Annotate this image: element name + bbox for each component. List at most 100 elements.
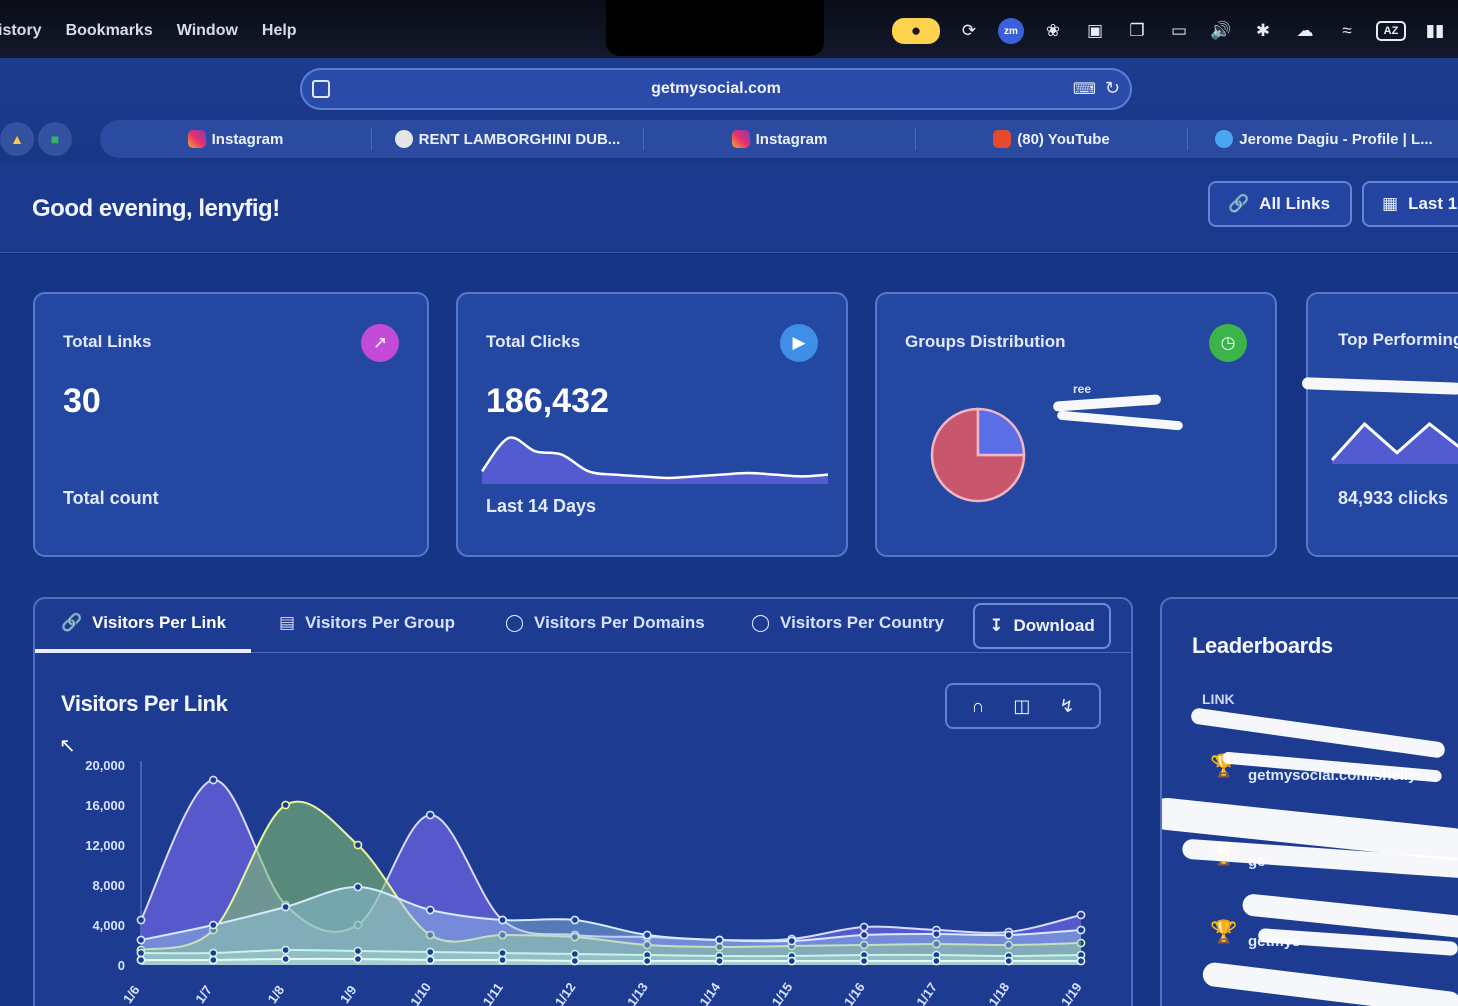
total-links-sub: Total count — [63, 488, 159, 508]
data-point[interactable] — [136, 935, 146, 945]
menu-bookmarks[interactable]: Bookmarks — [66, 22, 153, 40]
data-point[interactable] — [208, 948, 218, 958]
data-point[interactable] — [642, 956, 652, 966]
url-text[interactable]: getmysocial.com — [651, 80, 781, 98]
tab-visitors-per-group[interactable]: ▤ Visitors Per Group — [279, 613, 455, 633]
tab-profile[interactable]: Jerome Dagiu - Profile | L... — [1188, 128, 1458, 150]
data-point[interactable] — [498, 955, 507, 965]
top-performing-card: Top Performing 84,933 clicks — [1301, 292, 1458, 557]
bluetooth-icon[interactable]: ✱ — [1250, 18, 1276, 44]
address-bar[interactable]: getmysocial.com ⌨ ↻ — [300, 68, 1132, 110]
battery-icon[interactable]: ▮▮ — [1422, 18, 1448, 44]
data-point[interactable] — [1004, 956, 1014, 966]
data-point[interactable] — [353, 882, 363, 892]
data-point[interactable] — [715, 956, 724, 966]
display-icon[interactable]: ▭ — [1166, 18, 1192, 44]
data-point[interactable] — [425, 905, 435, 915]
tab-instagram-2[interactable]: Instagram — [644, 128, 916, 150]
tab-label: Instagram — [755, 130, 828, 148]
data-point[interactable] — [281, 800, 291, 810]
all-links-button[interactable]: 🔗 All Links — [1208, 181, 1352, 227]
chatgpt-icon[interactable]: ❀ — [1040, 18, 1066, 44]
data-point[interactable] — [281, 902, 291, 912]
data-point[interactable] — [353, 954, 363, 964]
data-point[interactable] — [498, 915, 507, 925]
data-point[interactable] — [208, 775, 218, 785]
zoom-icon[interactable]: zm — [998, 18, 1024, 44]
data-point[interactable] — [353, 946, 363, 956]
y-tick-label: 8,000 — [92, 878, 125, 893]
profile-icon — [1215, 130, 1234, 148]
active-app-icon[interactable]: ● — [892, 18, 940, 44]
data-point[interactable] — [425, 955, 435, 965]
data-point[interactable] — [1004, 930, 1014, 940]
data-point[interactable] — [1076, 956, 1086, 966]
volume-icon[interactable]: 🔊 — [1208, 18, 1234, 44]
menu-help[interactable]: Help — [262, 22, 297, 40]
data-point[interactable] — [642, 930, 652, 940]
menubar: istory Bookmarks Window Help ● ⟳ zm ❀ ▣ … — [0, 0, 1458, 62]
data-point[interactable] — [859, 956, 869, 966]
menu-history[interactable]: istory — [0, 22, 42, 40]
tab-rent-lamborghini[interactable]: RENT LAMBORGHINI DUB... — [372, 128, 644, 150]
x-tick-label: 1/12 — [552, 980, 579, 1006]
top-performing-sparkline — [1330, 421, 1458, 464]
area-chart-icon[interactable]: ∩ — [971, 696, 984, 717]
tab-instagram-1[interactable]: Instagram — [100, 128, 372, 150]
data-point[interactable] — [570, 915, 580, 925]
date-range-button[interactable]: ▦ Last 1 — [1362, 181, 1458, 227]
menu-window[interactable]: Window — [177, 22, 238, 40]
data-point[interactable] — [859, 922, 869, 932]
wifi-icon[interactable]: ≈ — [1334, 18, 1360, 44]
data-point[interactable] — [787, 936, 797, 946]
browser-toolbar: getmysocial.com ⌨ ↻ ▲ ■ Instagram RENT L… — [0, 58, 1458, 163]
data-point[interactable] — [136, 915, 146, 925]
weather-icon[interactable]: ☁ — [1292, 18, 1318, 44]
pinned-tab-drive-icon[interactable]: ▲ — [0, 122, 34, 156]
data-point[interactable] — [136, 955, 146, 965]
data-point[interactable] — [281, 945, 291, 955]
data-point[interactable] — [208, 920, 218, 930]
tab-label: RENT LAMBORGHINI DUB... — [418, 130, 621, 148]
instagram-icon — [731, 130, 750, 148]
data-point[interactable] — [859, 930, 869, 940]
data-point[interactable] — [136, 948, 146, 958]
data-point[interactable] — [715, 935, 724, 945]
data-point[interactable] — [931, 956, 941, 966]
extension-icon[interactable]: ▣ — [1082, 18, 1108, 44]
data-point[interactable] — [787, 956, 797, 966]
x-tick-label: 1/17 — [913, 980, 940, 1006]
copilot-icon[interactable]: ⟳ — [956, 18, 982, 44]
data-point[interactable] — [425, 810, 435, 820]
screens-icon[interactable]: ❐ — [1124, 18, 1150, 44]
click-icon: ▶ — [780, 324, 818, 362]
tab-visitors-per-domains[interactable]: ◯ Visitors Per Domains — [505, 613, 705, 633]
data-point[interactable] — [498, 948, 507, 958]
tab-visitors-per-link[interactable]: 🔗 Visitors Per Link — [61, 613, 226, 633]
tab-label: Instagram — [211, 130, 284, 148]
data-point[interactable] — [931, 929, 941, 939]
leaderboard-column-link: LINK — [1202, 691, 1235, 707]
line-chart-icon[interactable]: ↯ — [1059, 696, 1074, 717]
site-settings-icon[interactable] — [312, 80, 330, 98]
total-links-value: 30 — [63, 382, 101, 420]
data-point[interactable] — [281, 954, 291, 964]
data-point[interactable] — [570, 949, 580, 959]
pinned-tab-meet-icon[interactable]: ■ — [38, 122, 72, 156]
pie-slice[interactable] — [976, 407, 1026, 457]
tab-visitors-per-country[interactable]: ◯ Visitors Per Country — [751, 613, 944, 633]
bar-chart-icon[interactable]: ◫ — [1013, 696, 1030, 717]
data-point[interactable] — [208, 955, 218, 965]
data-point[interactable] — [353, 840, 363, 850]
data-point[interactable] — [425, 947, 435, 957]
data-point[interactable] — [570, 956, 580, 966]
translate-icon[interactable]: ⌨ — [1073, 79, 1096, 99]
tab-youtube[interactable]: (80) YouTube — [916, 128, 1188, 150]
data-point[interactable] — [1076, 925, 1086, 935]
card-title: Top Performing — [1338, 330, 1458, 349]
reload-icon[interactable]: ↻ — [1105, 78, 1120, 99]
data-point[interactable] — [1076, 910, 1086, 920]
trophy-icon: 🏆 — [1210, 919, 1238, 944]
keyboard-layout-icon[interactable]: AZ — [1376, 21, 1406, 41]
download-button[interactable]: ↧ Download — [973, 603, 1111, 649]
